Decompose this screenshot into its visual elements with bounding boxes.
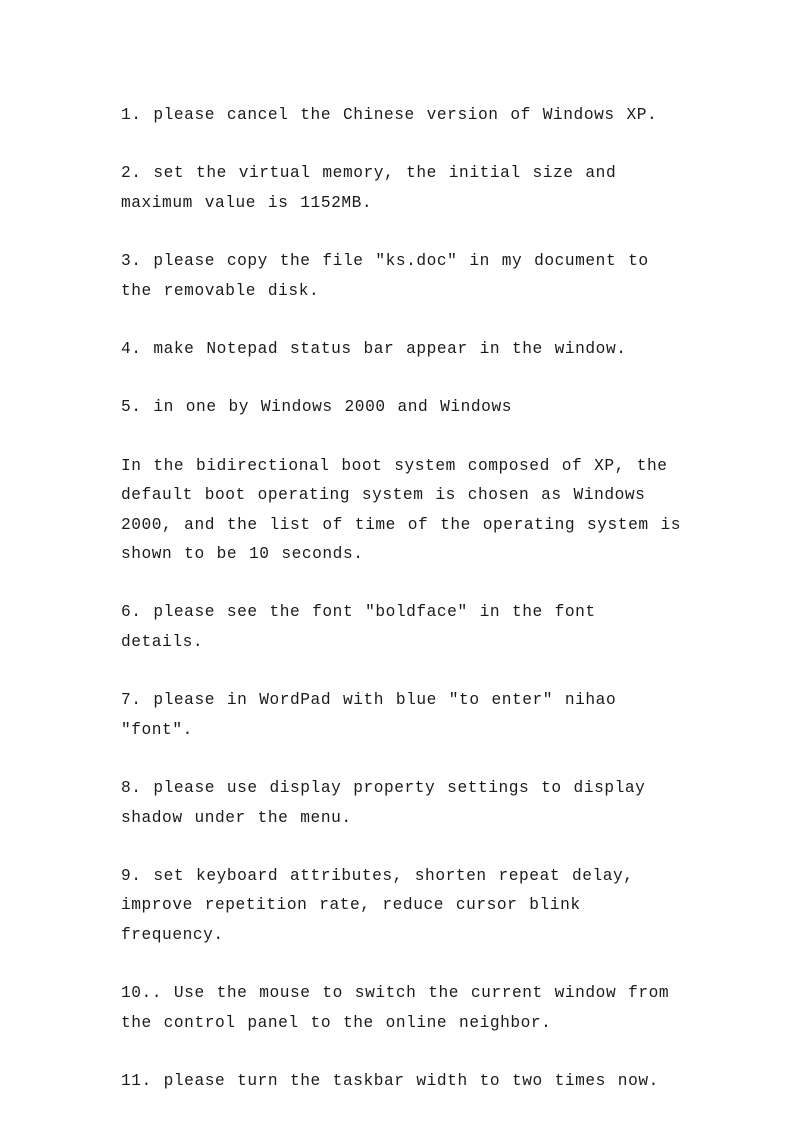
paragraph-item-10: 10.. Use the mouse to switch the current… bbox=[121, 984, 670, 1032]
paragraph-item-5: 5. in one by Windows 2000 and Windows bbox=[121, 398, 512, 417]
paragraph-item-8: 8. please use display property settings … bbox=[121, 779, 646, 827]
paragraph-item-11: 11. please turn the taskbar width to two… bbox=[121, 1071, 659, 1090]
paragraph-item-9: 9. set keyboard attributes, shorten repe… bbox=[121, 866, 634, 944]
paragraph-item-6: 6. please see the font "boldface" in the… bbox=[121, 603, 596, 651]
paragraph-item-3: 3. please copy the file "ks.doc" in my d… bbox=[121, 252, 649, 300]
paragraph-item-1: 1. please cancel the Chinese version of … bbox=[121, 106, 658, 124]
paragraph-item-4: 4. make Notepad status bar appear in the… bbox=[121, 340, 627, 359]
document-text-body: 1. please cancel the Chinese version of … bbox=[121, 101, 681, 1096]
paragraph-item-2: 2. set the virtual memory, the initial s… bbox=[121, 164, 617, 212]
paragraph-item-5-continuation: In the bidirectional boot system compose… bbox=[121, 456, 681, 564]
document-page: 1. please cancel the Chinese version of … bbox=[0, 0, 800, 1132]
paragraph-item-7: 7. please in WordPad with blue "to enter… bbox=[121, 691, 617, 739]
